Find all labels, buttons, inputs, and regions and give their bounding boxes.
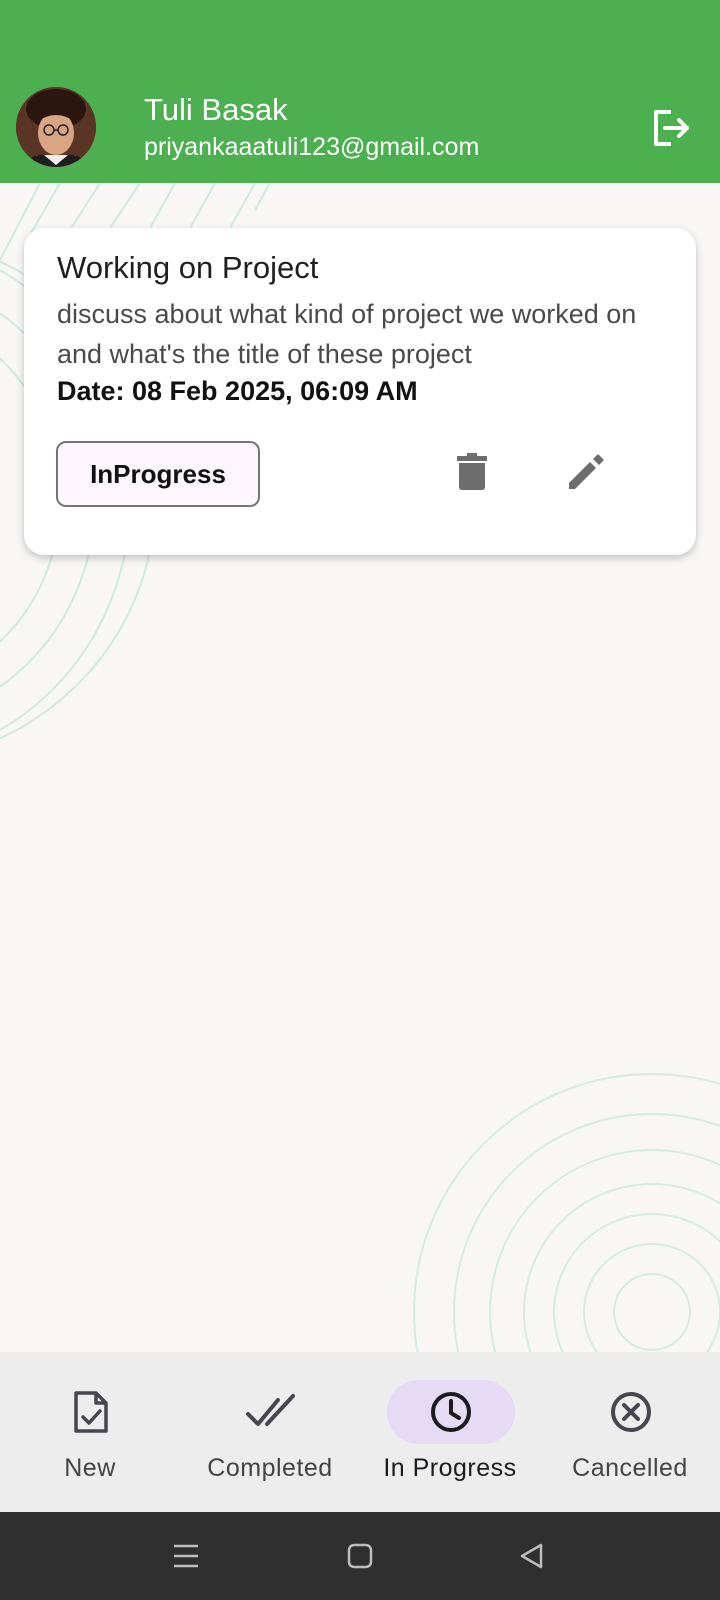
home-icon — [347, 1543, 373, 1569]
back-icon — [520, 1543, 543, 1569]
nav-pill-in-progress — [387, 1380, 515, 1444]
nav-label-new: New — [64, 1454, 116, 1482]
nav-label-completed: Completed — [207, 1454, 333, 1482]
edit-icon — [569, 454, 604, 489]
double-check-icon — [246, 1394, 295, 1426]
nav-pill-cancelled — [567, 1380, 695, 1444]
nav-pill-new — [27, 1380, 155, 1444]
nav-item-completed[interactable]: Completed — [180, 1352, 360, 1512]
avatar-photo — [16, 87, 96, 167]
nav-item-in-progress[interactable]: In Progress — [360, 1352, 540, 1512]
status-chip[interactable]: InProgress — [56, 441, 260, 507]
task-title: Working on Project — [57, 250, 319, 285]
user-name: Tuli Basak — [144, 92, 288, 127]
nav-item-new[interactable]: New — [0, 1352, 180, 1512]
delete-button[interactable] — [448, 448, 496, 496]
nav-item-cancelled[interactable]: Cancelled — [540, 1352, 720, 1512]
logout-button[interactable] — [648, 104, 696, 152]
recent-apps-button[interactable] — [162, 1532, 210, 1580]
system-navigation-bar — [0, 1512, 720, 1600]
home-button[interactable] — [336, 1532, 384, 1580]
clock-icon — [431, 1392, 471, 1432]
avatar[interactable] — [16, 87, 96, 167]
nav-pill-completed — [207, 1380, 335, 1444]
nav-label-in-progress: In Progress — [383, 1454, 517, 1482]
bottom-navigation: New Completed In Progress Cancelled — [0, 1352, 720, 1512]
nav-label-cancelled: Cancelled — [572, 1454, 688, 1482]
edit-button[interactable] — [562, 448, 610, 496]
user-email: priyankaaatuli123@gmail.com — [144, 133, 480, 161]
new-task-icon — [74, 1391, 108, 1433]
menu-icon — [174, 1544, 198, 1568]
cancel-circle-icon — [611, 1392, 651, 1432]
app-header: Tuli Basak priyankaaatuli123@gmail.com — [0, 0, 720, 183]
task-date: Date: 08 Feb 2025, 06:09 AM — [57, 376, 418, 406]
back-button[interactable] — [508, 1532, 556, 1580]
task-card[interactable]: Working on Project discuss about what ki… — [24, 228, 696, 555]
delete-icon — [457, 453, 487, 490]
task-description: discuss about what kind of project we wo… — [57, 299, 637, 369]
logout-icon — [654, 110, 689, 146]
